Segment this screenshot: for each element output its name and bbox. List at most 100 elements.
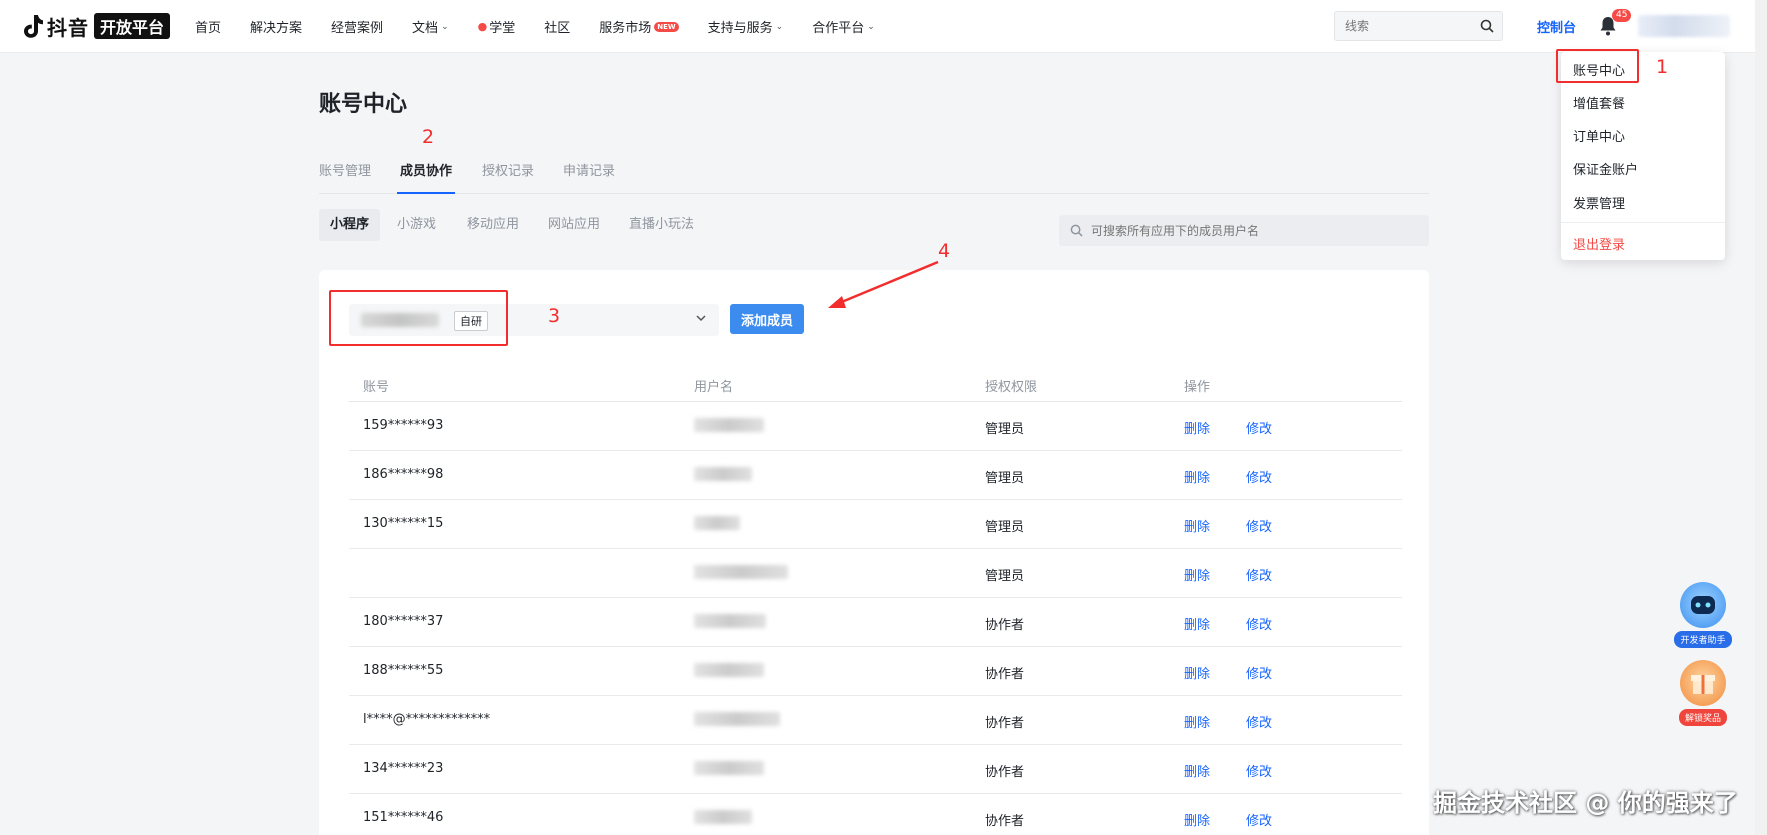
account-cell: 134******23 [363,761,444,776]
column-header-permission: 授权权限 [985,380,1038,395]
column-header-account: 账号 [363,380,390,395]
page-scrollbar[interactable] [1755,0,1767,835]
subtab-mobile-app[interactable]: 移动应用 [467,209,519,241]
column-header-username: 用户名 [694,380,734,395]
edit-link[interactable]: 修改 [1246,418,1272,437]
annotation-number-2: 2 [422,126,435,148]
permission-cell: 管理员 [985,422,1025,437]
delete-link[interactable]: 删除 [1184,712,1210,731]
tab-member-collaboration[interactable]: 成员协作 [400,160,452,179]
nav-item-partner-platform[interactable]: 合作平台 ⌄ [812,17,875,36]
table-row: 186******98 管理员 删除 修改 [349,451,1402,500]
permission-cell: 管理员 [985,569,1025,584]
member-table: 账号 用户名 授权权限 操作 159******93 管理员 删除 修改 186… [349,372,1402,835]
account-cell: 180******37 [363,614,444,629]
menu-item-logout[interactable]: 退出登录 [1573,234,1625,253]
nav-item-label: 支持与服务 [707,21,773,36]
console-link[interactable]: 控制台 [1537,17,1576,36]
username-cell [694,663,764,677]
douyin-open-platform-logo[interactable]: 抖音 开放平台 [22,13,171,40]
nav-item-solutions[interactable]: 解决方案 [250,17,302,36]
username-cell [694,565,788,579]
delete-link[interactable]: 删除 [1184,418,1210,437]
table-row: 134******23 协作者 删除 修改 [349,745,1402,794]
nav-item-cases[interactable]: 经营案例 [331,17,383,36]
permission-cell: 协作者 [985,667,1025,682]
nav-item-label: 解决方案 [250,21,303,36]
member-list-card: 自研 添加成员 账号 用户名 授权权限 操作 159******93 管理员 删… [319,270,1429,835]
table-row: 151******46 协作者 删除 修改 [349,794,1402,835]
username-cell [694,712,780,726]
search-icon [1070,224,1083,237]
username-cell [694,761,764,775]
delete-link[interactable]: 删除 [1184,467,1210,486]
nav-item-community[interactable]: 社区 [544,17,570,36]
edit-link[interactable]: 修改 [1246,810,1272,829]
column-header-actions: 操作 [1184,380,1211,395]
subtab-mini-program[interactable]: 小程序 [319,209,381,241]
account-cell: 159******93 [363,418,444,433]
nav-item-label: 合作平台 [812,21,865,36]
main-tabs: 账号管理 成员协作 授权记录 申请记录 [319,160,1429,194]
notification-count-badge: 45 [1612,9,1632,22]
delete-link[interactable]: 删除 [1184,663,1210,682]
tab-authorization-records[interactable]: 授权记录 [482,160,534,179]
edit-link[interactable]: 修改 [1246,761,1272,780]
delete-link[interactable]: 删除 [1184,810,1210,829]
nav-item-support[interactable]: 支持与服务 ⌄ [708,17,784,36]
subtab-mini-game[interactable]: 小游戏 [397,209,436,241]
developer-assistant-widget[interactable]: 开发者助手 [1670,582,1736,648]
table-row: 130******15 管理员 删除 修改 [349,500,1402,549]
annotation-box-account-center [1556,49,1639,83]
table-row: l****@************* 协作者 删除 修改 [349,696,1402,745]
delete-link[interactable]: 删除 [1184,565,1210,584]
juejin-watermark: 掘金技术社区 @ 你的强来了 [1433,789,1738,817]
subtab-website-app[interactable]: 网站应用 [548,209,600,241]
add-member-button[interactable]: 添加成员 [730,304,804,334]
nav-item-home[interactable]: 首页 [195,17,221,36]
username-cell [694,810,752,824]
tab-account-management[interactable]: 账号管理 [319,160,371,179]
reward-label: 解锁奖品 [1678,709,1727,726]
tab-application-records[interactable]: 申请记录 [563,160,615,179]
menu-item-value-added-package[interactable]: 增值套餐 [1573,93,1625,112]
nav-item-service-market[interactable]: 服务市场 NEW [599,17,679,36]
nav-item-label: 文档 [412,21,439,36]
delete-link[interactable]: 删除 [1184,761,1210,780]
user-avatar-name[interactable] [1638,15,1730,37]
global-search-input[interactable] [1335,12,1475,40]
menu-item-deposit-account[interactable]: 保证金账户 [1573,159,1638,178]
global-search [1334,11,1503,41]
nav-item-docs[interactable]: 文档 ⌄ [412,17,449,36]
delete-link[interactable]: 删除 [1184,614,1210,633]
subtab-live-mini-play[interactable]: 直播小玩法 [629,209,694,241]
main-nav: 首页 解决方案 经营案例 文档 ⌄ ● 学堂 社区 服务市场 NEW 支持与服务 ⌄ 合… [195,0,904,53]
edit-link[interactable]: 修改 [1246,614,1272,633]
table-row: 180******37 协作者 删除 修改 [349,598,1402,647]
annotation-arrow-icon [828,260,939,308]
username-cell [694,467,752,481]
permission-cell: 协作者 [985,716,1025,731]
gift-icon [1680,660,1726,706]
username-cell [694,614,766,628]
developer-assistant-label: 开发者助手 [1674,631,1732,648]
chevron-down-icon: ⌄ [867,21,875,32]
search-icon[interactable] [1480,19,1494,33]
reward-widget[interactable]: 解锁奖品 [1670,660,1736,726]
permission-cell: 管理员 [985,471,1025,486]
nav-item-academy[interactable]: ● 学堂 [478,17,516,36]
annotation-box-app-selector [329,290,508,346]
delete-link[interactable]: 删除 [1184,516,1210,535]
member-search-input[interactable] [1087,215,1417,246]
flame-drop-icon: ● [477,20,488,33]
edit-link[interactable]: 修改 [1246,467,1272,486]
edit-link[interactable]: 修改 [1246,516,1272,535]
chevron-down-icon: ⌄ [441,21,449,32]
menu-item-order-center[interactable]: 订单中心 [1573,126,1625,145]
menu-item-invoice-management[interactable]: 发票管理 [1573,193,1625,212]
edit-link[interactable]: 修改 [1246,565,1272,584]
edit-link[interactable]: 修改 [1246,712,1272,731]
edit-link[interactable]: 修改 [1246,663,1272,682]
username-cell [694,418,764,432]
top-navigation-bar: 抖音 开放平台 首页 解决方案 经营案例 文档 ⌄ ● 学堂 社区 服务市场 NEW … [0,0,1767,53]
